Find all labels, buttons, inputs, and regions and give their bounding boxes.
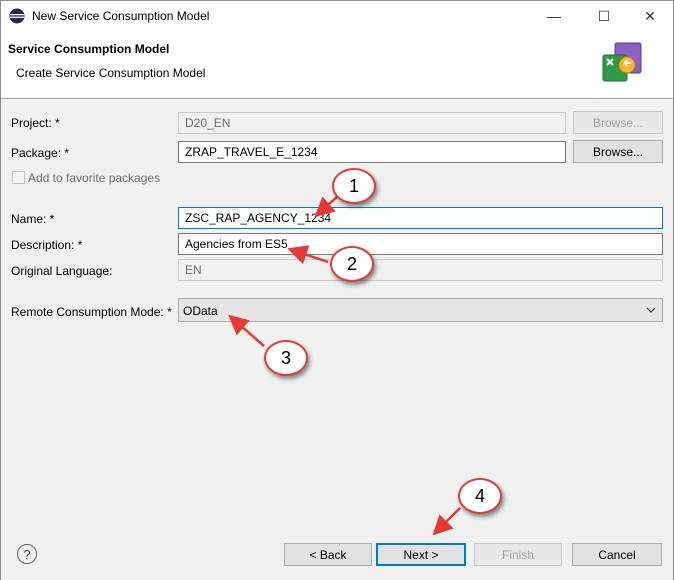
package-field[interactable]: ZRAP_TRAVEL_E_1234 [178, 141, 566, 163]
language-field: EN [178, 259, 663, 281]
next-button[interactable]: Next > [376, 543, 466, 566]
mode-label: Remote Consumption Mode: * [11, 305, 172, 319]
wizard-banner-icon [601, 41, 645, 85]
callout-1: 1 [332, 168, 376, 204]
close-icon: ✕ [644, 7, 656, 24]
callout-3: 3 [264, 340, 308, 376]
finish-button: Finish [474, 543, 562, 566]
favorite-label: Add to favorite packages [28, 171, 161, 185]
description-field[interactable]: Agencies from ES5 [178, 233, 663, 255]
dialog-window: New Service Consumption Model — ☐ ✕ Serv… [0, 0, 674, 580]
mode-select[interactable]: OData [178, 298, 663, 322]
wizard-title: Service Consumption Model [8, 42, 170, 56]
wizard-banner: Service Consumption Model Create Service… [1, 31, 673, 99]
minimize-button[interactable]: — [531, 1, 577, 31]
back-button[interactable]: < Back [284, 543, 372, 566]
form-area: Project: * D20_EN Browse... Package: * Z… [1, 100, 673, 527]
callout-2: 2 [330, 246, 374, 282]
help-icon[interactable]: ? [17, 544, 37, 564]
package-label: Package: * [11, 146, 70, 160]
project-browse-button: Browse... [573, 111, 663, 134]
project-field: D20_EN [178, 112, 566, 134]
eclipse-icon [9, 8, 25, 24]
favorite-checkbox [12, 171, 25, 184]
name-label: Name: * [11, 212, 55, 226]
language-label: Original Language: [11, 264, 113, 278]
package-browse-button[interactable]: Browse... [573, 140, 663, 163]
title-bar: New Service Consumption Model — ☐ ✕ [1, 1, 673, 31]
close-button[interactable]: ✕ [627, 1, 673, 31]
cancel-button[interactable]: Cancel [572, 543, 662, 566]
wizard-subtitle: Create Service Consumption Model [16, 66, 206, 80]
maximize-button[interactable]: ☐ [581, 1, 627, 31]
name-field[interactable]: ZSC_RAP_AGENCY_1234 [178, 207, 663, 229]
maximize-icon: ☐ [597, 7, 611, 24]
description-label: Description: * [11, 238, 83, 252]
window-title: New Service Consumption Model [32, 9, 210, 23]
chevron-down-icon [646, 304, 656, 314]
callout-4: 4 [458, 478, 502, 514]
button-bar: ? < Back Next > Finish Cancel [1, 527, 673, 580]
minimize-icon: — [547, 8, 561, 24]
project-label: Project: * [11, 116, 60, 130]
mode-selected-value: OData [183, 304, 218, 318]
